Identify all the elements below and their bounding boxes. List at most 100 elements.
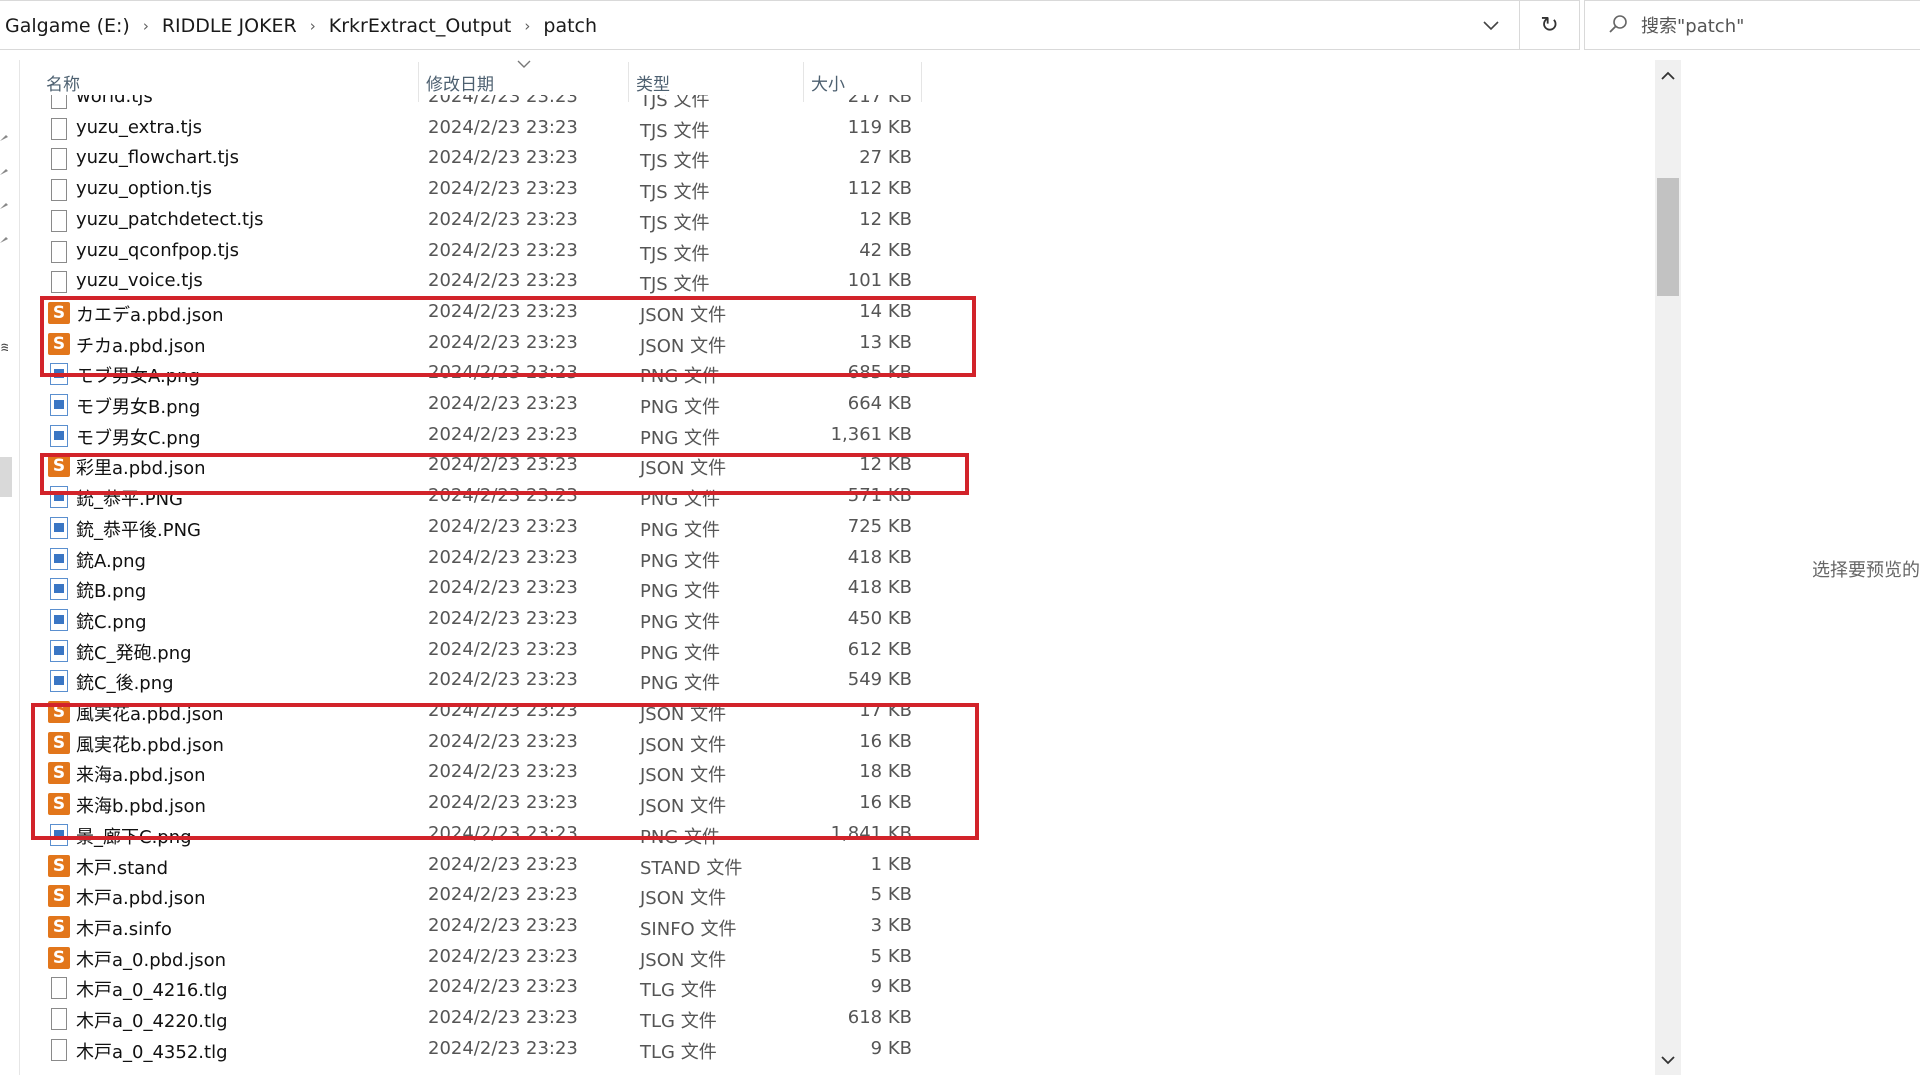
- search-icon: [1609, 15, 1627, 33]
- pin-icon[interactable]: [0, 167, 8, 175]
- file-name: モブ男女C.png: [76, 428, 201, 449]
- png-file-icon: [50, 609, 68, 631]
- file-type: TLG 文件: [640, 1042, 717, 1063]
- scroll-thumb[interactable]: [1657, 178, 1679, 296]
- history-dropdown-button[interactable]: [1478, 13, 1504, 39]
- file-type: PNG 文件: [640, 551, 720, 572]
- vertical-scrollbar[interactable]: [1655, 60, 1681, 1075]
- scroll-down-button[interactable]: [1655, 1045, 1681, 1075]
- refresh-button[interactable]: ↻: [1520, 0, 1580, 50]
- file-date: 2024/2/23 23:23: [428, 270, 578, 291]
- file-row[interactable]: モブ男女C.png 2024/2/23 23:23 PNG 文件 1,361 KB: [40, 421, 920, 452]
- column-header-date[interactable]: 修改日期: [418, 66, 628, 98]
- address-bar[interactable]: Galgame (E:) › RIDDLE JOKER › KrkrExtrac…: [0, 0, 1520, 50]
- file-type: TJS 文件: [640, 151, 710, 172]
- json-file-icon: S: [48, 916, 70, 938]
- file-row[interactable]: 木戸a_0_4220.tlg 2024/2/23 23:23 TLG 文件 618 K…: [40, 1004, 920, 1035]
- search-input[interactable]: [1641, 1, 1911, 51]
- file-size: 664 KB: [847, 393, 912, 414]
- file-name: 木戸a_0_4352.tlg: [76, 1042, 228, 1063]
- column-header-type[interactable]: 类型: [628, 66, 803, 98]
- file-name: 銃_恭平後.PNG: [76, 520, 201, 541]
- file-row[interactable]: 木戸a_0_4352.tlg 2024/2/23 23:23 TLG 文件 9 KB: [40, 1035, 920, 1066]
- breadcrumb-item[interactable]: KrkrExtract_Output: [329, 15, 512, 37]
- file-size: 12 KB: [859, 209, 912, 230]
- chevron-right-icon[interactable]: ›: [524, 17, 530, 35]
- file-type: PNG 文件: [640, 612, 720, 633]
- file-size: 725 KB: [847, 516, 912, 537]
- file-row[interactable]: yuzu_flowchart.tjs 2024/2/23 23:23 TJS 文件 2…: [40, 144, 920, 175]
- file-type: PNG 文件: [640, 397, 720, 418]
- file-row[interactable]: 銃_恭平後.PNG 2024/2/23 23:23 PNG 文件 725 KB: [40, 513, 920, 544]
- file-name: yuzu_extra.tjs: [76, 117, 202, 138]
- file-type: TJS 文件: [640, 213, 710, 234]
- file-row[interactable]: 銃B.png 2024/2/23 23:23 PNG 文件 418 KB: [40, 574, 920, 605]
- file-name: 木戸a.sinfo: [76, 919, 172, 940]
- file-size: 612 KB: [847, 639, 912, 660]
- generic-file-icon: [51, 1039, 67, 1061]
- file-row[interactable]: 銃C_発砲.png 2024/2/23 23:23 PNG 文件 612 KB: [40, 636, 920, 667]
- file-type: TLG 文件: [640, 980, 717, 1001]
- file-row[interactable]: 銃C_後.png 2024/2/23 23:23 PNG 文件 549 KB: [40, 666, 920, 697]
- file-name: 銃B.png: [76, 581, 147, 602]
- chevron-down-icon: [1483, 21, 1499, 31]
- file-name: yuzu_patchdetect.tjs: [76, 209, 264, 230]
- json-file-icon: S: [48, 947, 70, 969]
- file-size: 549 KB: [847, 669, 912, 690]
- search-box[interactable]: [1584, 0, 1920, 51]
- generic-file-icon: [51, 179, 67, 201]
- nav-item-selected[interactable]: [0, 457, 12, 497]
- chevron-down-icon: [1661, 1055, 1675, 1064]
- file-row[interactable]: 木戸a_0_4216.tlg 2024/2/23 23:23 TLG 文件 9 KB: [40, 973, 920, 1004]
- file-row[interactable]: S 木戸a.pbd.json 2024/2/23 23:23 JSON 文件 5 KB: [40, 881, 920, 912]
- file-size: 5 KB: [870, 946, 912, 967]
- pin-icon[interactable]: [0, 235, 8, 243]
- pin-icon[interactable]: [0, 133, 8, 141]
- file-row[interactable]: S 木戸.stand 2024/2/23 23:23 STAND 文件 1 KB: [40, 851, 920, 882]
- file-name: 銃C_後.png: [76, 673, 174, 694]
- file-row[interactable]: yuzu_qconfpop.tjs 2024/2/23 23:23 TJS 文件 42…: [40, 237, 920, 268]
- file-row[interactable]: yuzu_option.tjs 2024/2/23 23:23 TJS 文件 112 …: [40, 175, 920, 206]
- chevron-up-icon: [1661, 71, 1675, 80]
- chevron-right-icon[interactable]: ›: [310, 17, 316, 35]
- breadcrumb-item[interactable]: Galgame (E:): [5, 15, 130, 37]
- file-date: 2024/2/23 23:23: [428, 1038, 578, 1059]
- file-name: 銃A.png: [76, 551, 146, 572]
- generic-file-icon: [51, 118, 67, 140]
- column-header-size[interactable]: 大小: [803, 66, 921, 98]
- generic-file-icon: [51, 1008, 67, 1030]
- generic-file-icon: [51, 148, 67, 170]
- json-file-icon: S: [48, 885, 70, 907]
- scroll-up-button[interactable]: [1655, 60, 1681, 90]
- file-row[interactable]: world.tjs 2024/2/23 23:23 TJS 文件 217 KB: [40, 95, 920, 114]
- column-header-name[interactable]: 名称: [38, 66, 418, 98]
- file-size: 5 KB: [870, 884, 912, 905]
- file-size: 112 KB: [847, 178, 912, 199]
- file-date: 2024/2/23 23:23: [428, 209, 578, 230]
- file-row[interactable]: yuzu_voice.tjs 2024/2/23 23:23 TJS 文件 101 K…: [40, 267, 920, 298]
- file-date: 2024/2/23 23:23: [428, 915, 578, 936]
- file-row[interactable]: yuzu_extra.tjs 2024/2/23 23:23 TJS 文件 119 K…: [40, 114, 920, 145]
- file-date: 2024/2/23 23:23: [428, 547, 578, 568]
- chevron-right-icon[interactable]: ›: [143, 17, 149, 35]
- file-name: yuzu_flowchart.tjs: [76, 147, 239, 168]
- column-divider[interactable]: [921, 62, 922, 102]
- file-size: 3 KB: [870, 915, 912, 936]
- breadcrumb-item[interactable]: RIDDLE JOKER: [162, 15, 297, 37]
- nav-item-fragment[interactable]: ≋: [0, 340, 8, 356]
- pane-divider[interactable]: [19, 60, 20, 1075]
- file-size: 1,361 KB: [830, 424, 912, 445]
- file-row[interactable]: S 木戸a.sinfo 2024/2/23 23:23 SINFO 文件 3 KB: [40, 912, 920, 943]
- file-date: 2024/2/23 23:23: [428, 608, 578, 629]
- file-type: PNG 文件: [640, 643, 720, 664]
- preview-empty-message: 选择要预览的文件。: [1812, 560, 1920, 581]
- file-row[interactable]: yuzu_patchdetect.tjs 2024/2/23 23:23 TJS 文…: [40, 206, 920, 237]
- file-row[interactable]: 銃A.png 2024/2/23 23:23 PNG 文件 418 KB: [40, 544, 920, 575]
- breadcrumb-item-current[interactable]: patch: [543, 15, 597, 37]
- file-row[interactable]: 銃C.png 2024/2/23 23:23 PNG 文件 450 KB: [40, 605, 920, 636]
- pin-icon[interactable]: [0, 201, 8, 209]
- file-row[interactable]: S 木戸a_0.pbd.json 2024/2/23 23:23 JSON 文件 5 K…: [40, 943, 920, 974]
- column-header-label: 类型: [636, 74, 670, 95]
- png-file-icon: [50, 670, 68, 692]
- file-row[interactable]: モブ男女B.png 2024/2/23 23:23 PNG 文件 664 KB: [40, 390, 920, 421]
